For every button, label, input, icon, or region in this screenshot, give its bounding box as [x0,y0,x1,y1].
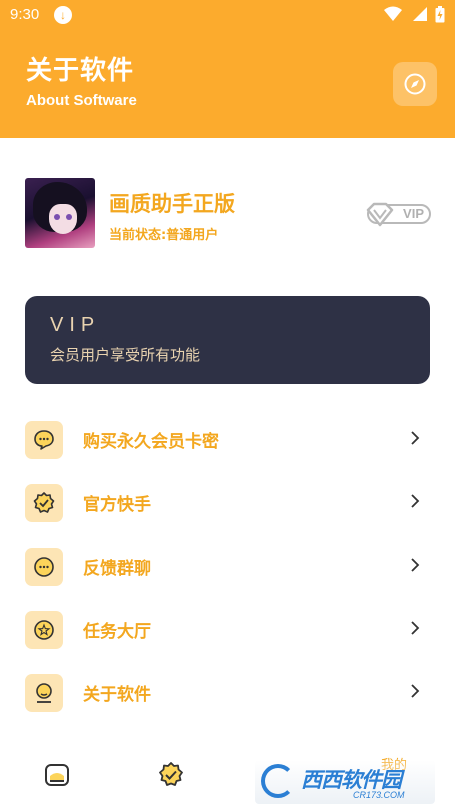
menu-item-about-software[interactable]: 关于软件 [25,668,430,731]
bottom-nav: 我的 西西软件园 CR173.COM [0,740,455,809]
menu-item-label: 官方快手 [83,495,151,516]
diamond-icon [366,202,394,227]
compass-icon [404,73,426,95]
profile-name: 画质助手正版 [109,192,235,216]
badge-check-icon[interactable] [158,762,184,788]
download-icon: ↓ [54,6,72,24]
chevron-right-icon [411,431,420,445]
task-star-icon [25,610,63,649]
profile-status: 当前状态:普通用户 [109,228,219,243]
profile-section: 画质助手正版 当前状态:普通用户 VIP [25,178,435,250]
menu-item-label: 反馈群聊 [83,558,151,579]
watermark-logo: 西西软件园 CR173.COM [255,760,435,804]
menu-item-task-hall[interactable]: 任务大厅 [25,605,430,668]
signal-icon [412,7,427,21]
vip-card-description: 会员用户享受所有功能 [50,346,201,364]
menu-item-official-kuaishou[interactable]: 官方快手 [25,478,430,541]
avatar[interactable] [25,178,95,248]
vip-badge-label: VIP [403,206,424,221]
status-icons [380,6,445,24]
menu-item-buy-vip[interactable]: 购买永久会员卡密 [25,415,430,478]
app-header: 9:30 ↓ 关于软件 About Software [0,0,455,138]
page-title: 关于软件 [26,56,135,86]
menu-item-label: 关于软件 [83,685,151,706]
chevron-right-icon [411,621,420,635]
menu-item-label: 购买永久会员卡密 [83,432,219,452]
home-icon[interactable] [44,762,70,788]
menu-item-feedback-group[interactable]: 反馈群聊 [25,542,430,605]
vip-status-badge: VIP [366,202,431,227]
menu-list: 购买永久会员卡密 官方快手 反馈群聊 任务大厅 关于软件 [25,415,430,731]
badge-check-icon [25,484,63,523]
wifi-icon [384,6,403,21]
compass-button[interactable] [393,62,437,106]
chat-bubble-icon [25,421,63,459]
message-dots-icon [25,547,63,586]
status-time: 9:30 [10,6,40,23]
chevron-right-icon [411,494,420,508]
user-info-icon [25,674,63,713]
vip-card-title: VIP [50,314,101,336]
chevron-right-icon [411,684,420,698]
status-bar: 9:30 ↓ [0,0,455,30]
battery-icon [435,6,445,23]
vip-card[interactable]: VIP 会员用户享受所有功能 [25,296,430,384]
menu-item-label: 任务大厅 [83,621,151,642]
page-subtitle: About Software [26,92,137,109]
chevron-right-icon [411,557,420,572]
